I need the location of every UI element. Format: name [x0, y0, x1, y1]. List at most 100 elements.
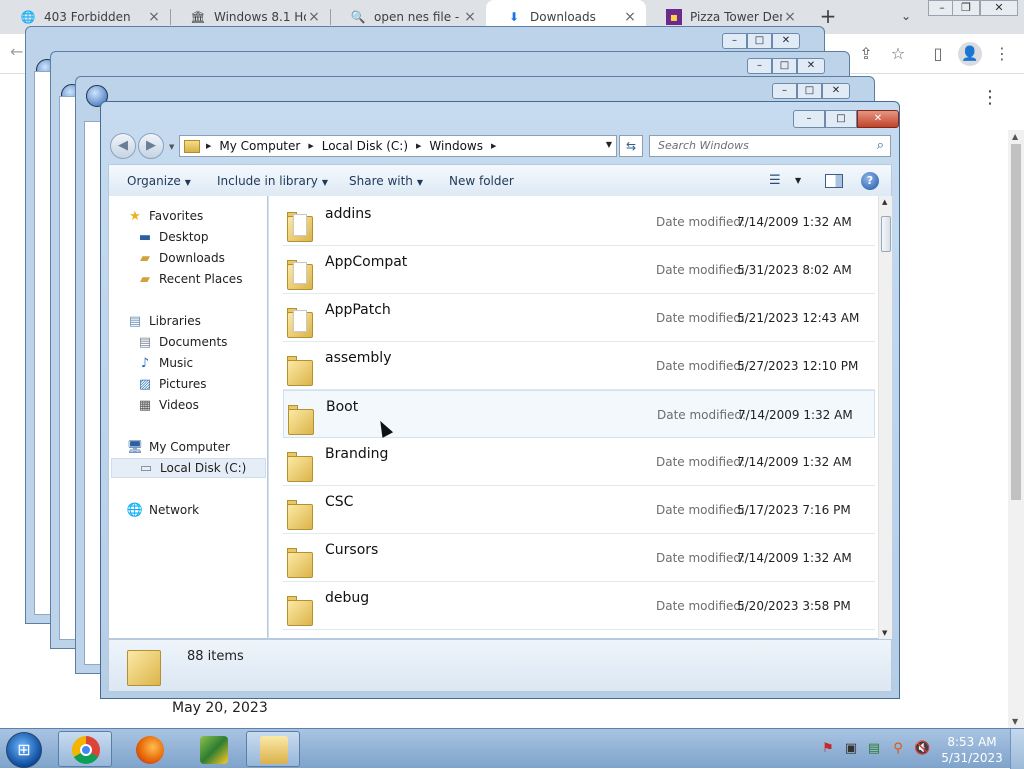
change-view-icon[interactable]: ☰	[769, 173, 781, 188]
share-icon[interactable]: ⇪	[854, 42, 878, 66]
device-icon[interactable]: ▣	[843, 741, 859, 757]
close-button[interactable]: ✕	[797, 58, 825, 74]
maximize-button[interactable]: □	[772, 58, 797, 74]
nav-music[interactable]: ♪ Music	[137, 353, 193, 373]
close-button[interactable]: ✕	[772, 33, 800, 49]
scroll-down-icon[interactable]: ▼	[1012, 717, 1018, 726]
taskbar-firefox[interactable]	[122, 731, 176, 767]
back-button[interactable]: ◀	[110, 133, 136, 159]
file-row[interactable]: addins Date modified: 7/14/2009 1:32 AM	[283, 198, 875, 246]
nav-documents[interactable]: ▤ Documents	[137, 332, 228, 352]
nav-favorites[interactable]: ★ Favorites	[127, 206, 203, 226]
scroll-up-icon[interactable]: ▲	[882, 198, 887, 206]
museum-icon: 🏛	[190, 10, 206, 24]
profile-avatar-icon[interactable]: 👤	[958, 42, 982, 66]
maximize-button[interactable]: □	[825, 110, 857, 128]
nav-network[interactable]: 🌐 Network	[127, 500, 199, 520]
action-center-icon[interactable]: ⚑	[820, 741, 836, 757]
scroll-down-icon[interactable]: ▼	[882, 629, 887, 637]
help-icon[interactable]: ?	[861, 172, 879, 190]
file-row[interactable]: AppPatch Date modified: 5/21/2023 12:43 AM	[283, 294, 875, 342]
side-panel-icon[interactable]: ▯	[926, 42, 950, 66]
scroll-thumb[interactable]	[881, 216, 891, 252]
file-row[interactable]: assembly Date modified: 5/27/2023 12:10 PM	[283, 342, 875, 390]
nav-pictures[interactable]: ▨ Pictures	[137, 374, 207, 394]
breadcrumb-arrow-icon[interactable]: ▶	[491, 142, 496, 150]
close-icon[interactable]: ×	[782, 9, 798, 25]
share-with-button[interactable]: Share with ▼	[349, 174, 423, 188]
file-row[interactable]: AppCompat Date modified: 5/31/2023 8:02 AM	[283, 246, 875, 294]
breadcrumb-arrow-icon[interactable]: ▶	[416, 142, 421, 150]
nav-local-disk[interactable]: ▭ Local Disk (C:)	[111, 458, 266, 478]
explorer-window[interactable]: – □ ✕ ◀ ▶ ▼ ▶ My Computer ▶ Local Disk (C:…	[100, 101, 900, 699]
file-row[interactable]: debug Date modified: 5/20/2023 3:58 PM	[283, 582, 875, 630]
scroll-up-icon[interactable]: ▲	[1012, 132, 1018, 141]
taskbar-explorer[interactable]	[246, 731, 300, 767]
date-modified-value: 5/27/2023 12:10 PM	[737, 359, 859, 373]
nav-desktop[interactable]: ▬ Desktop	[137, 227, 209, 247]
network-tray-icon[interactable]: ▤	[866, 741, 882, 757]
start-button[interactable]: ⊞	[6, 732, 42, 768]
system-clock[interactable]: 8:53 AM 5/31/2023	[940, 734, 1004, 766]
breadcrumb-windows[interactable]: Windows	[429, 139, 483, 153]
address-dropdown-icon[interactable]: ▼	[606, 140, 612, 149]
file-list-scrollbar[interactable]: ▲ ▼	[878, 196, 892, 639]
nav-recent-places[interactable]: ▰ Recent Places	[137, 269, 242, 289]
breadcrumb-my-computer[interactable]: My Computer	[219, 139, 300, 153]
minimize-button[interactable]: –	[722, 33, 747, 49]
scroll-thumb[interactable]	[1011, 144, 1021, 500]
nav-my-computer[interactable]: 🖥 My Computer	[127, 437, 230, 457]
page-scrollbar[interactable]: ▲ ▼	[1008, 130, 1024, 728]
view-dropdown-icon[interactable]: ▼	[795, 176, 801, 185]
file-row[interactable]: Boot Date modified: 7/14/2009 1:32 AM	[283, 390, 875, 438]
organize-button[interactable]: Organize ▼	[127, 174, 191, 188]
breadcrumb-local-disk[interactable]: Local Disk (C:)	[322, 139, 408, 153]
close-icon[interactable]: ×	[306, 9, 322, 25]
taskbar-paint[interactable]	[186, 731, 240, 767]
include-in-library-button[interactable]: Include in library ▼	[217, 174, 328, 188]
nav-downloads[interactable]: ▰ Downloads	[137, 248, 225, 268]
maximize-button[interactable]: □	[747, 33, 772, 49]
bookmark-star-icon[interactable]: ☆	[886, 42, 910, 66]
forward-button[interactable]: ▶	[138, 133, 164, 159]
search-input[interactable]: Search Windows ⌕	[649, 135, 891, 157]
nav-label: Desktop	[159, 230, 209, 244]
show-desktop-button[interactable]	[1010, 729, 1024, 769]
close-button[interactable]: ✕	[857, 110, 899, 128]
file-row[interactable]: Branding Date modified: 7/14/2009 1:32 AM	[283, 438, 875, 486]
close-button[interactable]: ✕	[822, 83, 850, 99]
close-icon[interactable]: ×	[462, 9, 478, 25]
taskbar-chrome[interactable]	[58, 731, 112, 767]
close-icon[interactable]: ×	[622, 9, 638, 25]
search-tray-icon[interactable]: ⚲	[890, 741, 906, 757]
breadcrumb-arrow-icon[interactable]: ▶	[308, 142, 313, 150]
close-icon[interactable]: ×	[146, 9, 162, 25]
new-tab-button[interactable]: +	[816, 4, 840, 28]
menu-kebab-icon[interactable]: ⋮	[990, 42, 1014, 66]
file-row[interactable]: Cursors Date modified: 7/14/2009 1:32 AM	[283, 534, 875, 582]
folder-icon	[184, 139, 200, 153]
browser-restore-button[interactable]: ❐	[952, 0, 980, 16]
downloads-more-icon[interactable]: ⋮	[980, 86, 1000, 110]
maximize-button[interactable]: □	[797, 83, 822, 99]
new-folder-button[interactable]: New folder	[449, 174, 514, 188]
breadcrumb-arrow-icon[interactable]: ▶	[206, 142, 211, 150]
search-icon[interactable]: ⌕	[877, 136, 884, 156]
tab-title: Windows 8.1 Hom	[214, 10, 306, 24]
file-row[interactable]: CSC Date modified: 5/17/2023 7:16 PM	[283, 486, 875, 534]
minimize-button[interactable]: –	[747, 58, 772, 74]
recent-pages-dropdown-icon[interactable]: ▼	[169, 143, 174, 151]
date-modified-label: Date modified:	[656, 311, 746, 325]
file-list[interactable]: addins Date modified: 7/14/2009 1:32 AM App…	[268, 196, 892, 639]
preview-pane-icon[interactable]	[825, 174, 843, 188]
nav-videos[interactable]: ▦ Videos	[137, 395, 199, 415]
minimize-button[interactable]: –	[793, 110, 825, 128]
nav-libraries[interactable]: ▤ Libraries	[127, 311, 201, 331]
tab-search-chevron-icon[interactable]: ⌄	[896, 6, 916, 26]
volume-muted-icon[interactable]: 🔇	[914, 741, 930, 757]
minimize-button[interactable]: –	[772, 83, 797, 99]
browser-close-button[interactable]: ✕	[980, 0, 1018, 16]
address-bar[interactable]: ▶ My Computer ▶ Local Disk (C:) ▶ Window…	[179, 135, 617, 157]
refresh-button[interactable]: ⇆	[619, 135, 643, 157]
back-arrow-icon[interactable]: ←	[10, 42, 23, 61]
